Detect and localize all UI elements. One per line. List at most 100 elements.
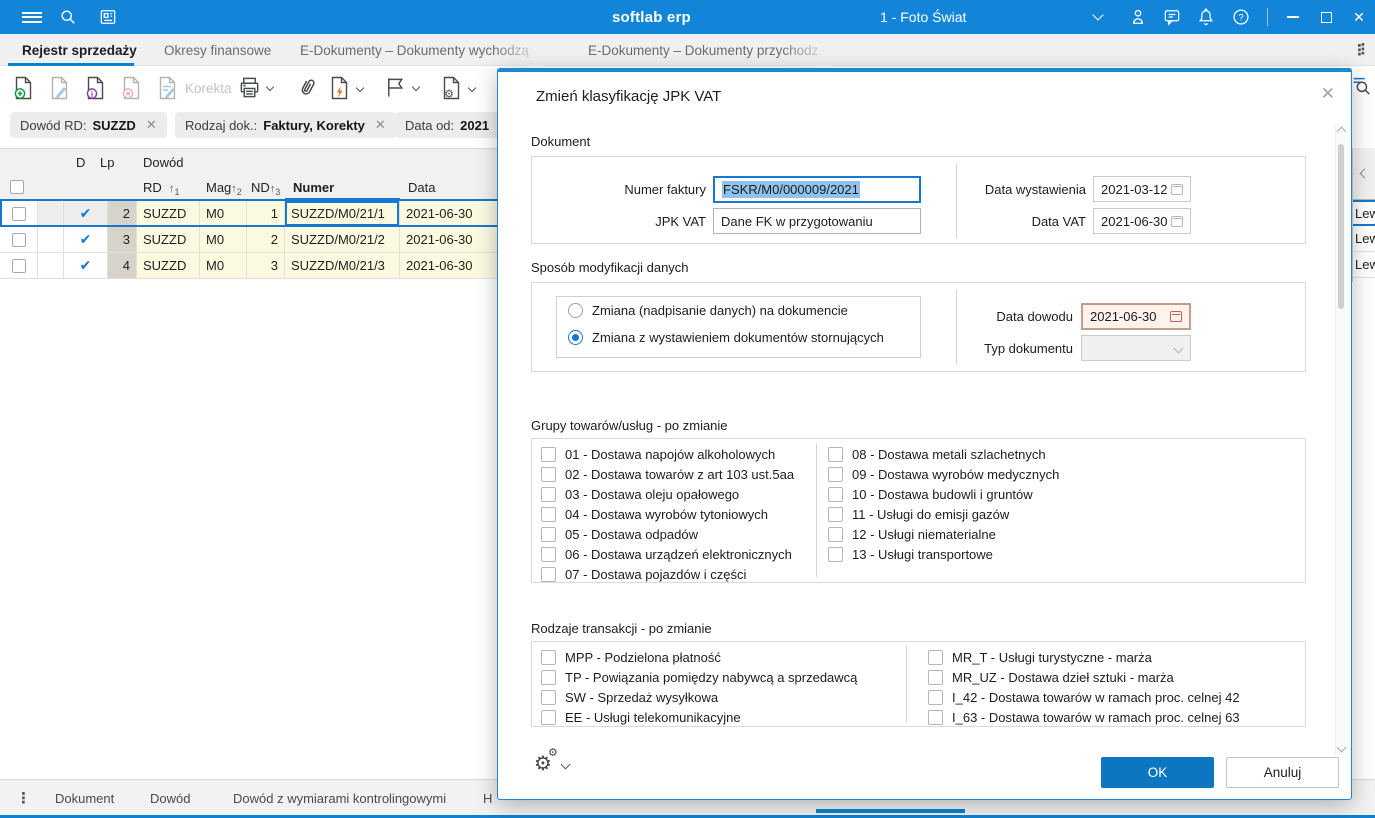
checkbox-item-07[interactable]: 07 - Dostawa pojazdów i części: [541, 564, 794, 584]
checkbox[interactable]: [541, 689, 556, 705]
checkbox[interactable]: [541, 486, 556, 502]
checkbox[interactable]: [828, 486, 843, 502]
table-row[interactable]: ✔ 4 SUZZD M0 3 SUZZD/M0/21/3 2021-06-30: [0, 253, 500, 279]
bell-icon[interactable]: [1193, 0, 1219, 34]
cell-numer[interactable]: SUZZD/M0/21/3: [285, 253, 400, 279]
checkbox-item-05[interactable]: 05 - Dostawa odpadów: [541, 524, 794, 544]
checkbox[interactable]: [541, 526, 556, 542]
column-header-data[interactable]: Data: [408, 180, 435, 195]
checkbox-item-i42[interactable]: I_42 - Dostawa towarów w ramach proc. ce…: [928, 687, 1240, 707]
checkbox-item-06[interactable]: 06 - Dostawa urządzeń elektronicznych: [541, 544, 794, 564]
checkbox[interactable]: [541, 506, 556, 522]
checkbox[interactable]: [541, 566, 556, 582]
collapse-panel-button[interactable]: [1353, 148, 1375, 200]
data-vat-field[interactable]: 2021-06-30: [1093, 208, 1191, 234]
checkbox-item-01[interactable]: 01 - Dostawa napojów alkoholowych: [541, 444, 794, 464]
korekta-button[interactable]: Korekta: [156, 76, 232, 101]
calendar-icon[interactable]: [1171, 215, 1183, 227]
flag-button[interactable]: [384, 76, 421, 99]
quick-document-chevron-icon[interactable]: [355, 83, 365, 92]
checkbox[interactable]: [541, 446, 556, 462]
tab-edokumenty-przychodzace[interactable]: E-Dokumenty – Dokumenty przychodz: [588, 34, 832, 66]
checkbox[interactable]: [541, 649, 556, 665]
scroll-up-icon[interactable]: [1336, 126, 1346, 137]
filter-chip-rodzaj-dok[interactable]: Rodzaj dok.: Faktury, Korekty ✕: [175, 112, 396, 138]
attachment-button[interactable]: [296, 76, 319, 99]
checkbox-item-13[interactable]: 13 - Usługi transportowe: [828, 544, 1059, 564]
calendar-icon[interactable]: [1171, 183, 1183, 195]
cell-nd[interactable]: 2: [247, 227, 285, 253]
print-dropdown-chevron-icon[interactable]: [265, 82, 275, 91]
checkbox[interactable]: [828, 466, 843, 482]
checkbox-item-04[interactable]: 04 - Dostawa wyrobów tytoniowych: [541, 504, 794, 524]
bottom-tab-dokument[interactable]: Dokument: [55, 780, 114, 816]
document-info-button[interactable]: i: [84, 76, 107, 101]
checkbox[interactable]: [828, 526, 843, 542]
print-button[interactable]: [238, 76, 275, 99]
radio-icon[interactable]: [568, 303, 583, 318]
minimize-button[interactable]: [1278, 0, 1308, 34]
checkbox[interactable]: [541, 466, 556, 482]
cell-mag[interactable]: M0: [200, 253, 247, 279]
cell-side[interactable]: Lew: [1353, 226, 1375, 252]
cell-nd[interactable]: 3: [247, 253, 285, 279]
cell-lp[interactable]: 4: [108, 253, 137, 279]
table-row[interactable]: ✔ 3 SUZZD M0 2 SUZZD/M0/21/2 2021-06-30: [0, 227, 500, 253]
checkbox[interactable]: [928, 689, 943, 705]
numer-faktury-input[interactable]: FSKR/M0/000009/2021: [713, 176, 921, 203]
calendar-icon[interactable]: [1170, 311, 1182, 322]
cell-lp[interactable]: 3: [108, 227, 137, 253]
hamburger-menu-icon[interactable]: [18, 0, 46, 34]
checkbox-item-12[interactable]: 12 - Usługi niematerialne: [828, 524, 1059, 544]
cell-data[interactable]: 2021-06-30: [400, 253, 500, 279]
chat-icon[interactable]: [1159, 0, 1185, 34]
column-header-nd[interactable]: ND↑3: [251, 180, 280, 197]
checkbox-item-mpp[interactable]: MPP - Podzielona płatność: [541, 647, 857, 667]
bottom-tab-dowod-wymiary[interactable]: Dowód z wymiarami kontrolingowymi: [233, 780, 446, 816]
cell-numer[interactable]: SUZZD/M0/21/2: [285, 227, 400, 253]
checkbox-item-tp[interactable]: TP - Powiązania pomiędzy nabywcą a sprze…: [541, 667, 857, 687]
radio-zmiana-nadpisanie[interactable]: Zmiana (nadpisanie danych) na dokumencie: [568, 303, 848, 318]
bottom-tab-clipped[interactable]: H: [483, 780, 496, 816]
quick-document-button[interactable]: [328, 76, 365, 101]
scrollbar-thumb[interactable]: [1338, 144, 1344, 309]
checkbox-item-09[interactable]: 09 - Dostawa wyrobów medycznych: [828, 464, 1059, 484]
checkbox[interactable]: [541, 546, 556, 562]
row-checkbox[interactable]: [11, 258, 26, 273]
checkbox-item-i63[interactable]: I_63 - Dostawa towarów w ramach proc. ce…: [928, 707, 1240, 727]
checkbox[interactable]: [928, 709, 943, 725]
scroll-down-icon[interactable]: [1336, 742, 1346, 753]
tab-edokumenty-wychodzace[interactable]: E-Dokumenty – Dokumenty wychodzą: [300, 34, 544, 66]
cell-side[interactable]: Lew: [1353, 252, 1375, 278]
cell-numer[interactable]: SUZZD/M0/21/1: [285, 201, 400, 227]
checkbox-item-03[interactable]: 03 - Dostawa oleju opałowego: [541, 484, 794, 504]
column-header-lp[interactable]: Lp: [100, 155, 114, 170]
cell-mag[interactable]: M0: [200, 227, 247, 253]
checkbox-item-08[interactable]: 08 - Dostawa metali szlachetnych: [828, 444, 1059, 464]
radio-zmiana-storno[interactable]: Zmiana z wystawieniem dokumentów stornuj…: [568, 330, 884, 345]
maximize-button[interactable]: [1311, 0, 1341, 34]
remove-filter-icon[interactable]: ✕: [146, 117, 157, 133]
cell-rd[interactable]: SUZZD: [137, 201, 200, 227]
checkbox-item-mr-uz[interactable]: MR_UZ - Dostawa dzieł sztuki - marża: [928, 667, 1240, 687]
company-selector[interactable]: 1 - Foto Świat: [880, 0, 966, 34]
column-header-mag[interactable]: Mag↑2: [206, 180, 242, 197]
search-icon[interactable]: [54, 0, 82, 34]
cell-lp[interactable]: 2: [108, 201, 137, 227]
cell-data[interactable]: 2021-06-30: [400, 227, 500, 253]
cell-rd[interactable]: SUZZD: [137, 253, 200, 279]
checkbox-item-02[interactable]: 02 - Dostawa towarów z art 103 ust.5aa: [541, 464, 794, 484]
grid-overflow-icon[interactable]: ⋮: [1353, 40, 1373, 58]
help-icon[interactable]: ?: [1228, 0, 1254, 34]
row-checkbox[interactable]: [11, 232, 26, 247]
cell-side[interactable]: Lew: [1353, 200, 1375, 226]
flag-dropdown-chevron-icon[interactable]: [411, 82, 421, 91]
filter-chip-dowod[interactable]: Dowód RD: SUZZD ✕: [10, 112, 167, 138]
checkbox-item-10[interactable]: 10 - Dostawa budowli i gruntów: [828, 484, 1059, 504]
cell-nd[interactable]: 1: [247, 201, 285, 227]
dialog-close-icon[interactable]: ✕: [1321, 84, 1335, 104]
edit-document-button[interactable]: [48, 76, 71, 101]
cell-mag[interactable]: M0: [200, 201, 247, 227]
panel-view-icon[interactable]: [94, 0, 122, 34]
cancel-button[interactable]: Anuluj: [1226, 757, 1339, 788]
